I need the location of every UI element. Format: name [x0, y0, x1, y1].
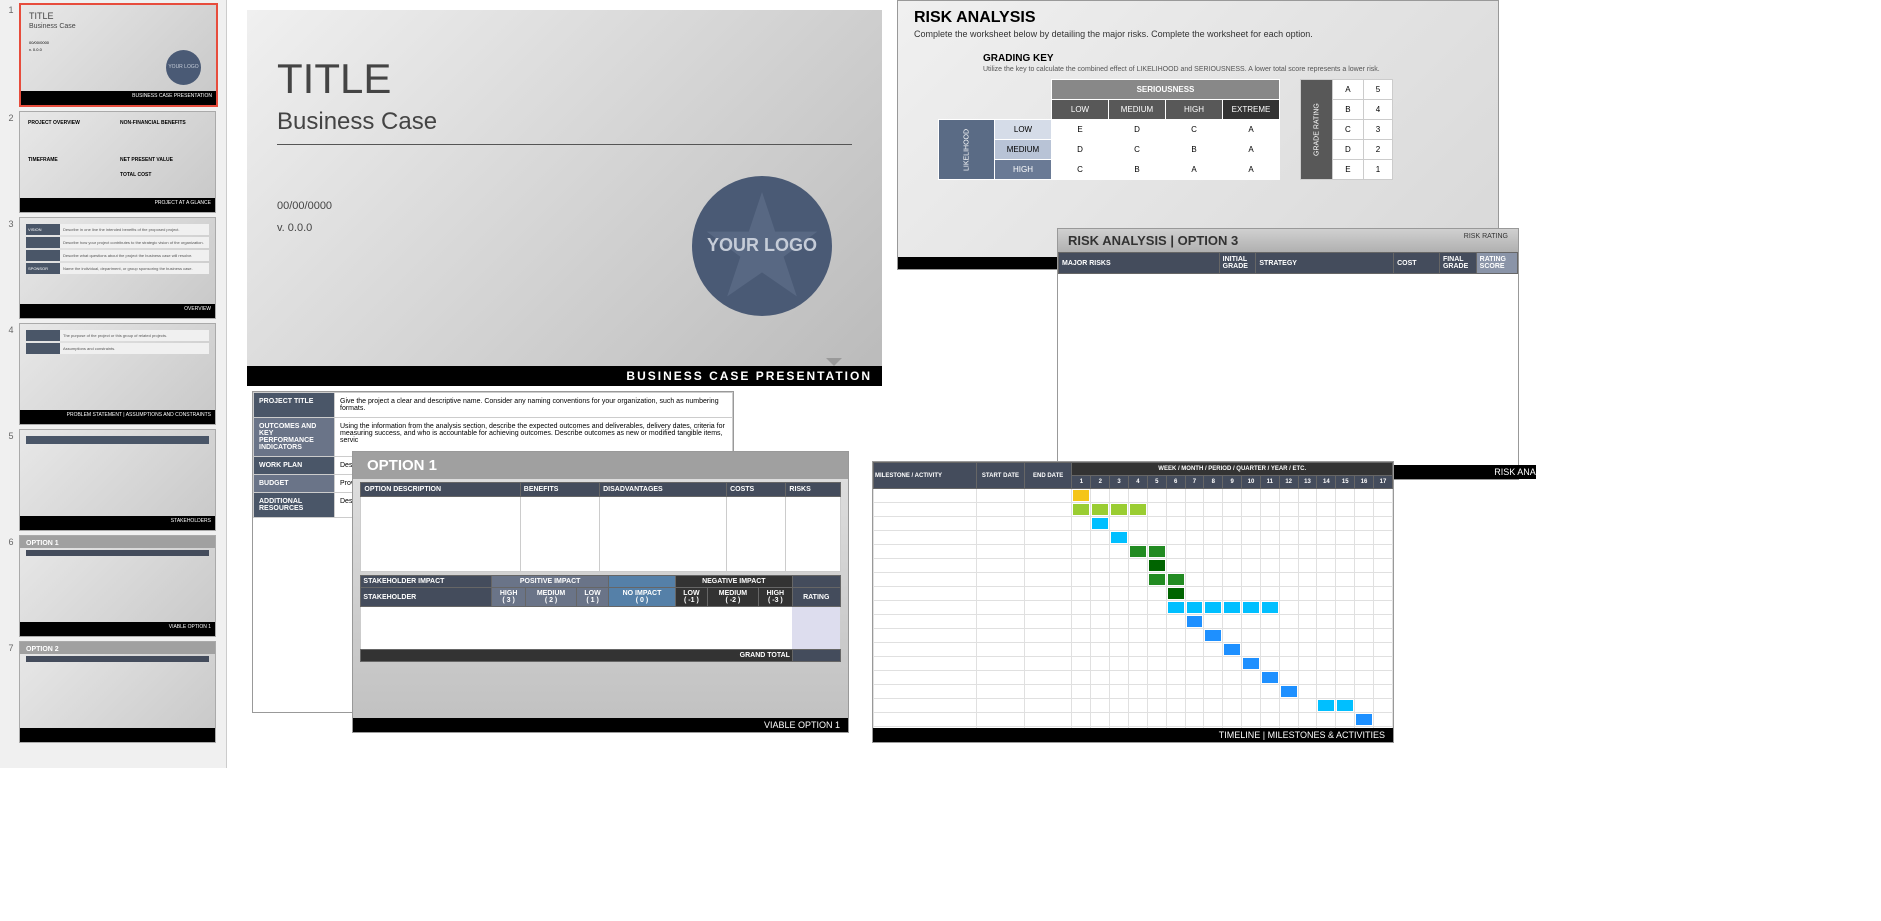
grading-key-title: GRADING KEY: [983, 53, 1498, 64]
slide-title: TITLE Business Case 00/00/0000 v. 0.0.0 …: [247, 10, 882, 386]
slide-thumbnail-2[interactable]: PROJECT OVERVIEWNON-FINANCIAL BENEFITSTI…: [19, 111, 216, 213]
slide-thumbnail-7[interactable]: OPTION 2: [19, 641, 216, 743]
proj-label: OUTCOMES AND KEY PERFORMANCE INDICATORS: [254, 418, 335, 457]
logo-placeholder: YOUR LOGO: [692, 176, 832, 316]
seriousness-header: SERIOUSNESS: [1052, 80, 1280, 100]
proj-label: BUDGET: [254, 475, 335, 493]
slide-option1: OPTION 1 OPTION DESCRIPTION BENEFITS DIS…: [352, 451, 849, 733]
col-strategy: STRATEGY: [1256, 253, 1394, 274]
grading-area: SERIOUSNESS LOW MEDIUM HIGH EXTREME LIKE…: [938, 79, 1498, 180]
col-cost: COST: [1394, 253, 1440, 274]
grade-rating-table: GRADE RATINGA5 B4 C3 D2 E1: [1300, 79, 1393, 180]
timeline-table: MILESTONE / ACTIVITYSTART DATEEND DATEWE…: [873, 462, 1393, 741]
col-final-grade: FINAL GRADE: [1439, 253, 1476, 274]
thumb-number: 4: [3, 323, 19, 335]
thumb-number: 2: [3, 111, 19, 123]
thumbnail-sidebar[interactable]: 1TITLEBusiness Case00/00/0000v. 0.0.0YOU…: [0, 0, 227, 768]
option-title: OPTION 1: [353, 452, 848, 479]
subtitle-text: Business Case: [277, 108, 882, 136]
slide-thumbnail-3[interactable]: VISIONDescribe in one line the intended …: [19, 217, 216, 319]
slide-timeline: MILESTONE / ACTIVITYSTART DATEEND DATEWE…: [872, 461, 1394, 743]
col-medium: MEDIUM: [1109, 100, 1166, 120]
thumb-number: 3: [3, 217, 19, 229]
thumb-number: 5: [3, 429, 19, 441]
row-low: LOW: [995, 120, 1052, 140]
col-rating-score: RATING SCORE: [1476, 253, 1517, 274]
risk-title: RISK ANALYSIS: [914, 9, 1498, 27]
title-underline: [277, 144, 852, 145]
risk3-table: MAJOR RISKS INITIAL GRADE STRATEGY COST …: [1058, 252, 1518, 274]
thumb-number: 7: [3, 641, 19, 653]
title-text: TITLE: [277, 10, 882, 103]
risk3-header: RISK ANALYSIS | OPTION 3 RISK RATING: [1058, 229, 1518, 252]
row-high: HIGH: [995, 160, 1052, 180]
app-root: 1TITLEBusiness Case00/00/0000v. 0.0.0YOU…: [0, 0, 1536, 768]
col-extreme: EXTREME: [1223, 100, 1280, 120]
slide-thumbnail-4[interactable]: The purpose of the project or this group…: [19, 323, 216, 425]
option-table: OPTION DESCRIPTION BENEFITS DISADVANTAGE…: [360, 482, 840, 572]
col-major-risks: MAJOR RISKS: [1059, 253, 1220, 274]
slide-risk-option3: RISK ANALYSIS | OPTION 3 RISK RATING MAJ…: [1057, 228, 1519, 480]
proj-label: ADDITIONAL RESOURCES: [254, 493, 335, 518]
stakeholder-table: STAKEHOLDER IMPACTPOSITIVE IMPACTNEGATIV…: [360, 575, 840, 662]
grading-key-desc: Utilize the key to calculate the combine…: [983, 66, 1498, 73]
slide-footer: BUSINESS CASE PRESENTATION: [247, 366, 882, 386]
timeline-footer: TIMELINE | MILESTONES & ACTIVITIES: [873, 728, 1393, 742]
proj-label: WORK PLAN: [254, 457, 335, 475]
slide-thumbnail-5[interactable]: STAKEHOLDERS: [19, 429, 216, 531]
row-medium: MEDIUM: [995, 140, 1052, 160]
grade-rating-label: GRADE RATING: [1301, 80, 1333, 180]
proj-label: PROJECT TITLE: [254, 393, 335, 418]
footer-text: BUSINESS CASE PRESENTATION: [626, 366, 872, 386]
col-initial-grade: INITIAL GRADE: [1219, 253, 1256, 274]
risk-matrix: SERIOUSNESS LOW MEDIUM HIGH EXTREME LIKE…: [938, 79, 1280, 180]
thumb-number: 6: [3, 535, 19, 547]
slide-thumbnail-1[interactable]: TITLEBusiness Case00/00/0000v. 0.0.0YOUR…: [19, 3, 218, 107]
thumb-number: 1: [3, 3, 19, 15]
col-high: HIGH: [1166, 100, 1223, 120]
option-footer: VIABLE OPTION 1: [353, 718, 848, 732]
logo-text: YOUR LOGO: [707, 235, 817, 257]
likelihood-label: LIKELIHOOD: [939, 120, 995, 180]
risk-desc: Complete the worksheet below by detailin…: [914, 29, 1498, 39]
proj-text: Give the project a clear and descriptive…: [335, 393, 733, 418]
triangle-icon: [826, 358, 842, 366]
col-low: LOW: [1052, 100, 1109, 120]
canvas-area[interactable]: TITLE Business Case 00/00/0000 v. 0.0.0 …: [227, 0, 1536, 768]
grand-total: GRAND TOTAL: [361, 650, 793, 662]
slide-thumbnail-6[interactable]: OPTION 1VIABLE OPTION 1: [19, 535, 216, 637]
